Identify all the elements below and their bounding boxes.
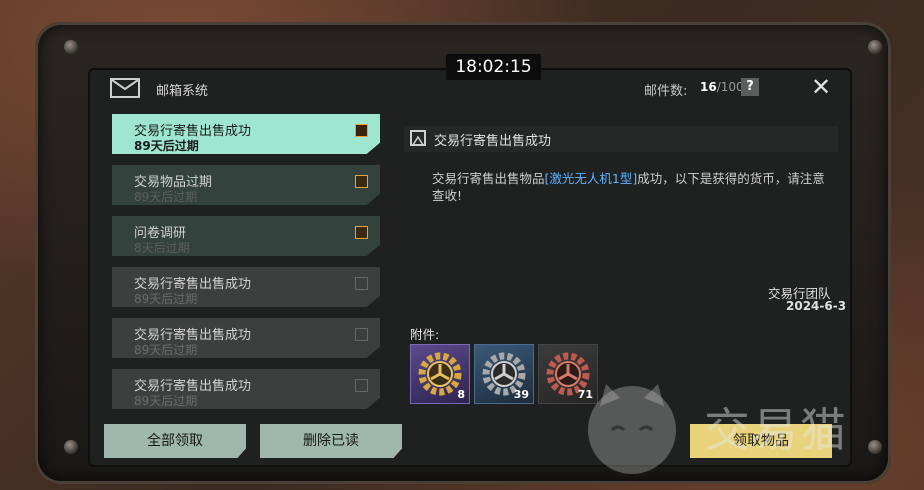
screw-icon <box>64 440 78 454</box>
mail-body: 交易行寄售出售物品[激光无人机1型]成功，以下是获得的货币，请注意查收! <box>432 171 825 203</box>
envelope-icon <box>110 78 140 98</box>
mail-count: 16/100 <box>700 80 744 94</box>
watermark: 交易猫 <box>572 372 902 482</box>
mail-list-item[interactable]: 交易行寄售出售成功 89天后过期 <box>112 369 380 409</box>
attachment-gift-icon <box>355 277 368 290</box>
mail-expiry: 89天后过期 <box>134 343 198 357</box>
screw-icon <box>868 40 882 54</box>
attachment-gift-icon <box>355 124 368 137</box>
mail-expiry: 8天后过期 <box>134 241 190 255</box>
triangle-icon <box>410 130 426 146</box>
mail-count-label: 邮件数: <box>644 84 688 99</box>
mail-expiry: 89天后过期 <box>134 292 198 306</box>
attachment-gift-icon <box>355 379 368 392</box>
item-link: [激光无人机1型] <box>544 171 638 186</box>
mail-expiry: 89天后过期 <box>134 394 198 408</box>
attachment-item[interactable]: 8 <box>410 344 470 404</box>
cat-logo-icon <box>588 384 676 474</box>
mail-detail-title: 交易行寄售出售成功 <box>434 134 552 149</box>
mail-list-item[interactable]: 交易行寄售出售成功 89天后过期 <box>112 318 380 358</box>
delete-read-button[interactable]: 删除已读 <box>260 424 402 458</box>
window-title: 邮箱系统 <box>156 84 209 99</box>
help-button[interactable]: ? <box>741 78 759 96</box>
mail-list-item[interactable]: 交易物品过期 89天后过期 <box>112 165 380 205</box>
attachment-gift-icon <box>355 226 368 239</box>
mail-header: 邮箱系统 邮件数: 16/100 ? ✕ <box>104 74 844 104</box>
attachment-gift-icon <box>355 175 368 188</box>
watermark-text: 交易猫 <box>704 403 848 457</box>
mail-detail-header: 交易行寄售出售成功 <box>404 126 838 152</box>
attachments-label: 附件: <box>410 327 440 342</box>
mail-date: 2024-6-3 <box>786 299 847 313</box>
close-button[interactable]: ✕ <box>810 75 832 99</box>
attachment-gift-icon <box>355 328 368 341</box>
attachment-item[interactable]: 39 <box>474 344 534 404</box>
mail-list-item[interactable]: 问卷调研 8天后过期 <box>112 216 380 256</box>
mail-expiry: 89天后过期 <box>134 190 198 204</box>
screw-icon <box>64 40 78 54</box>
mail-list-item[interactable]: 交易行寄售出售成功 89天后过期 <box>112 114 380 154</box>
claim-all-button[interactable]: 全部领取 <box>104 424 246 458</box>
mail-expiry: 89天后过期 <box>134 139 199 153</box>
mail-list-item[interactable]: 交易行寄售出售成功 89天后过期 <box>112 267 380 307</box>
attachment-qty: 8 <box>457 388 465 401</box>
attachment-qty: 39 <box>513 388 529 401</box>
